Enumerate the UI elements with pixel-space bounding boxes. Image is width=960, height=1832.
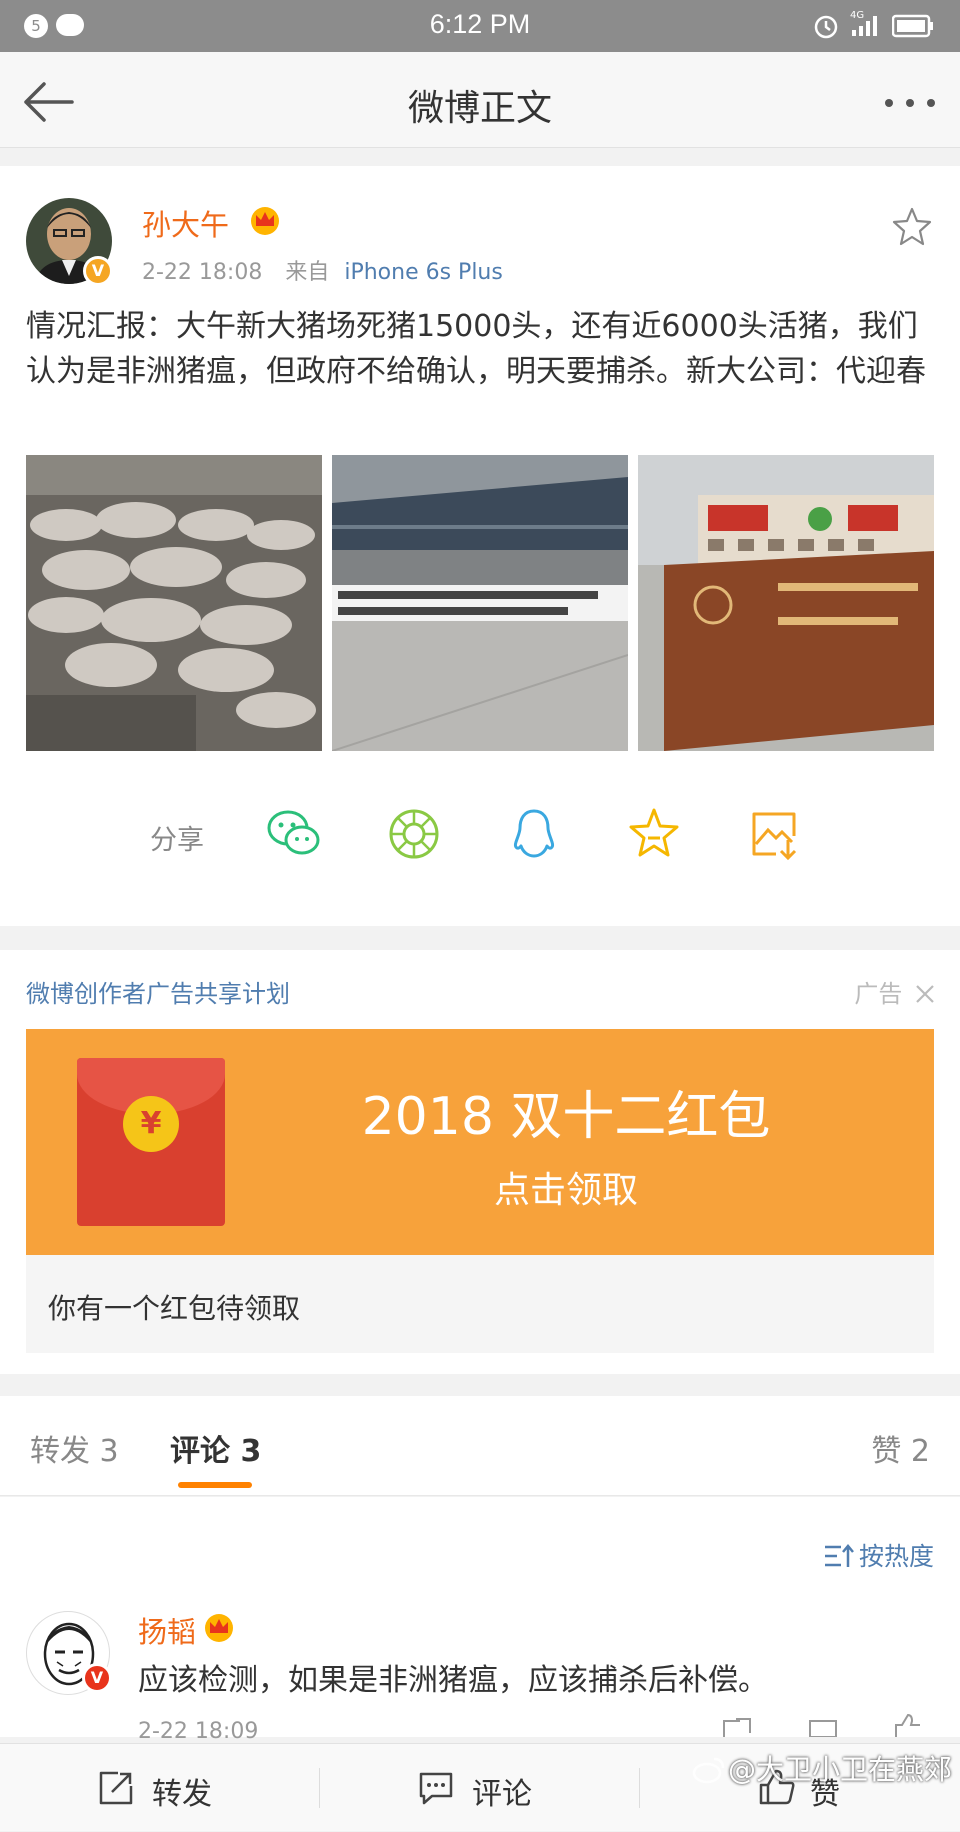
ad-tag-label: 广告 xyxy=(854,980,903,1008)
comment-repost-icon[interactable] xyxy=(722,1717,752,1737)
post-image-3[interactable] xyxy=(638,455,934,751)
weibo-logo-icon xyxy=(692,1757,725,1784)
ad-caption-text: 你有一个红包待领取 xyxy=(48,1292,301,1325)
share-label: 分享 xyxy=(150,825,204,856)
ad-plan-link[interactable]: 微博创作者广告共享计划 xyxy=(26,974,290,1009)
comment-list: 按热度 V 扬韬 应该检测，如果是非洲猪瘟，应该捕杀后补偿。 2-22 18:0… xyxy=(0,1497,960,1744)
battery-icon xyxy=(892,14,933,38)
comment-icon xyxy=(419,1772,453,1805)
signal-icon xyxy=(852,16,877,36)
ad-caption[interactable]: 你有一个红包待领取 xyxy=(26,1255,934,1353)
tab-repost[interactable]: 转发 3 xyxy=(30,1426,119,1470)
wechat-icon[interactable] xyxy=(266,806,322,862)
repost-label: 转发 xyxy=(152,1777,212,1812)
post-source-link[interactable]: iPhone 6s Plus xyxy=(344,260,503,285)
ad-banner-title: 2018 双十二红包 xyxy=(361,1087,771,1147)
source-prefix: 来自 xyxy=(285,260,330,285)
comment-time: 2-22 18:09 xyxy=(138,1719,259,1744)
close-icon[interactable] xyxy=(914,983,936,1005)
active-tab-indicator xyxy=(178,1482,252,1488)
sort-label: 按热度 xyxy=(858,1542,934,1571)
tab-like[interactable]: 赞 2 xyxy=(871,1426,930,1470)
weibo-watermark: @大卫小卫在燕郊 xyxy=(692,1748,952,1788)
ad-banner[interactable]: ¥ 2018 双十二红包 点击领取 xyxy=(26,1029,934,1255)
post-text: 情况汇报：大午新大猪场死猪15000头，还有近6000头活猪，我们认为是非洲猪瘟… xyxy=(26,309,926,389)
watermark-text: @大卫小卫在燕郊 xyxy=(727,1753,952,1786)
ad-close[interactable]: 广告 xyxy=(854,974,936,1009)
moments-icon[interactable] xyxy=(386,806,442,862)
ad-banner-subtitle: 点击领取 xyxy=(493,1170,638,1211)
qq-icon[interactable] xyxy=(506,806,562,862)
comment-author[interactable]: 扬韬 xyxy=(138,1609,196,1651)
status-bar: 5 6:12 PM 4G xyxy=(0,0,960,52)
post-card: V 孙大午 2-22 18:08 来自 iPhone 6s Plus 情况汇报：… xyxy=(0,166,960,926)
comment-button[interactable]: 评论 xyxy=(320,1744,640,1832)
comment-label: 评论 xyxy=(472,1777,532,1812)
ad-card: 微博创作者广告共享计划 广告 ¥ 2018 双十二红包 点击领取 你有一个红包待… xyxy=(0,950,960,1374)
nav-bar: 微博正文 xyxy=(0,52,960,148)
coin-icon: ¥ xyxy=(123,1096,179,1152)
vip-crown-icon[interactable] xyxy=(248,204,282,236)
alarm-icon xyxy=(814,15,838,39)
repost-icon xyxy=(99,1771,133,1805)
more-options-icon[interactable] xyxy=(884,98,936,108)
favorite-star-icon[interactable] xyxy=(892,206,932,246)
comment-reply-icon[interactable] xyxy=(808,1719,838,1737)
favorite-star-icon[interactable] xyxy=(626,806,682,862)
vip-crown-icon[interactable] xyxy=(202,1611,236,1643)
post-meta: 2-22 18:08 来自 iPhone 6s Plus xyxy=(142,254,503,286)
comment-text: 应该检测，如果是非洲猪瘟，应该捕杀后补偿。 xyxy=(138,1663,768,1698)
post-time: 2-22 18:08 xyxy=(142,260,263,285)
verified-badge-icon: V xyxy=(82,1663,112,1693)
comment-like-icon[interactable] xyxy=(892,1713,924,1737)
interaction-tabs: 转发 3 评论 3 赞 2 xyxy=(0,1396,960,1496)
save-image-icon[interactable] xyxy=(746,806,802,862)
page-title: 微博正文 xyxy=(407,88,552,129)
repost-button[interactable]: 转发 xyxy=(0,1744,320,1832)
verified-badge-icon: V xyxy=(83,256,113,286)
red-envelope-icon: ¥ xyxy=(77,1058,225,1226)
post-image-1[interactable] xyxy=(26,455,322,751)
post-image-2[interactable] xyxy=(332,455,628,751)
sort-by-hot[interactable]: 按热度 xyxy=(823,1537,934,1573)
sort-icon xyxy=(824,1544,854,1567)
tab-comment[interactable]: 评论 3 xyxy=(170,1426,261,1470)
author-name[interactable]: 孙大午 xyxy=(142,202,229,244)
